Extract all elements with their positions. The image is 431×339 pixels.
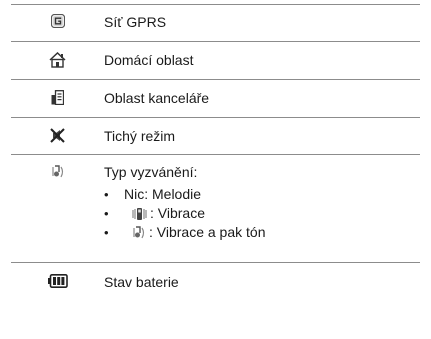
table-row: Tichý režim [11, 117, 420, 154]
row-label: Stav baterie [104, 274, 179, 290]
option-text: Nic: Melodie [124, 186, 202, 202]
ring-type-cell: Typ vyzvánění: • Nic: Melodie •: Vibrac… [104, 164, 420, 242]
vibrate-then-ring-icon [133, 225, 145, 238]
vibrate-icon [132, 207, 147, 220]
gprs-network-icon [50, 14, 65, 28]
row-label: Síť GPRS [104, 14, 167, 30]
bullet: • [104, 225, 109, 240]
ring-type-options: • Nic: Melodie • : Vibrace •: Vibrace a… [104, 185, 420, 242]
row-label: Tichý režim [104, 128, 176, 144]
table-row: Stav baterie [11, 262, 420, 303]
list-item: • : Vibrace [104, 204, 420, 223]
table-row: Typ vyzvánění: • Nic: Melodie •: Vibrac… [11, 154, 420, 262]
option-text: : Vibrace a pak tón [149, 224, 266, 240]
icon-cell [11, 90, 104, 105]
table-row: Domácí oblast [11, 41, 420, 79]
home-zone-icon [49, 52, 66, 68]
list-item: • Nic: Melodie [104, 185, 420, 204]
icon-cell [11, 14, 104, 28]
icon-cell [11, 274, 104, 288]
battery-status-icon [47, 274, 68, 288]
ring-type-icon [51, 165, 63, 178]
bullet: • [104, 187, 109, 202]
row-label: Oblast kanceláře [104, 90, 210, 106]
table-row: Oblast kanceláře [11, 79, 420, 117]
icon-cell [11, 52, 104, 68]
silent-mode-icon [50, 128, 65, 143]
page: Síť GPRS Domácí oblast Oblast kanceláře … [0, 0, 431, 339]
option-text: : Vibrace [150, 205, 205, 221]
list-item: • : Vibrace a pak tón [104, 223, 420, 242]
row-label: Typ vyzvánění: [104, 164, 198, 180]
status-icon-table: Síť GPRS Domácí oblast Oblast kanceláře … [11, 4, 420, 303]
office-zone-icon [51, 90, 64, 105]
icon-cell [11, 128, 104, 143]
row-label: Domácí oblast [104, 52, 194, 68]
icon-cell [11, 164, 104, 180]
table-row: Síť GPRS [11, 4, 420, 41]
bullet: • [104, 206, 109, 221]
